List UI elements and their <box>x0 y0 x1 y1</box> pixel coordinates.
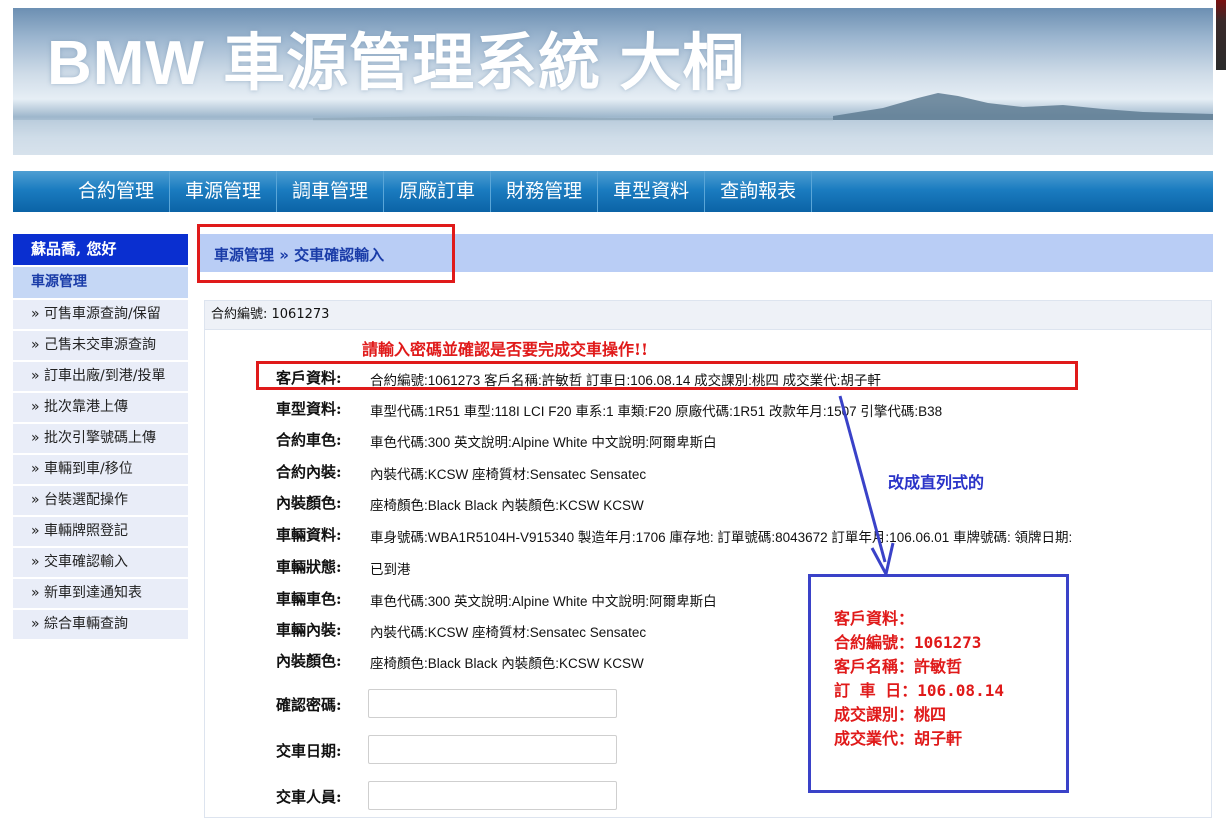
user-greeting: 蘇品喬, 您好 <box>13 234 188 265</box>
sidebar-item-arrival-notice[interactable]: » 新車到達通知表 <box>13 579 188 608</box>
breadcrumb-highlight-box <box>197 224 455 283</box>
annotation-line: 成交業代：胡子軒 <box>834 729 963 748</box>
row-label: 車輛內裝: <box>276 621 342 639</box>
nav-vehicle-transfer[interactable]: 調車管理 <box>277 171 385 212</box>
nav-finance[interactable]: 財務管理 <box>491 171 599 212</box>
nav-reports[interactable]: 查詢報表 <box>705 171 813 212</box>
header-banner: BMW 車源管理系統 大桐 <box>13 8 1213 155</box>
nav-contract-management[interactable]: 合約管理 <box>63 171 171 212</box>
row-value: 內裝代碼:KCSW 座椅質材:Sensatec Sensatec <box>370 625 647 640</box>
sidebar: 蘇品喬, 您好 車源管理 » 可售車源查詢/保留 » 己售未交車源查詢 » 訂車… <box>13 234 188 639</box>
row-label: 車型資料: <box>276 400 342 418</box>
row-value: 車型代碼:1R51 車型:118I LCI F20 車系:1 車類:F20 原廠… <box>370 404 943 419</box>
row-label: 車輛車色: <box>276 590 342 608</box>
main-nav: 合約管理 車源管理 調車管理 原廠訂車 財務管理 車型資料 查詢報表 <box>13 171 1213 212</box>
corner-widget <box>1216 0 1226 70</box>
nav-factory-order[interactable]: 原廠訂車 <box>384 171 492 212</box>
annotation-line: 合約編號：1061273 <box>834 633 982 652</box>
row-label: 車輛資料: <box>276 526 342 544</box>
delivery-staff-label: 交車人員: <box>276 788 342 806</box>
nav-vehicle-source[interactable]: 車源管理 <box>170 171 278 212</box>
annotation-line: 訂 車 日：106.08.14 <box>834 681 1004 700</box>
sidebar-item-plate-registration[interactable]: » 車輛牌照登記 <box>13 517 188 546</box>
password-label: 確認密碼: <box>276 696 342 714</box>
row-label: 合約車色: <box>276 431 342 449</box>
warning-message: 請輸入密碼並確認是否要完成交車操作!! <box>362 340 649 359</box>
system-title: BMW 車源管理系統 大桐 <box>47 29 746 98</box>
sidebar-item-arrival-move[interactable]: » 車輛到車/移位 <box>13 455 188 484</box>
annotation-line: 客戶資料： <box>834 609 915 628</box>
sidebar-item-available-search[interactable]: » 可售車源查詢/保留 <box>13 300 188 329</box>
row-label: 內裝顏色: <box>276 652 342 670</box>
contract-number-text: 合約編號: 1061273 <box>211 307 330 322</box>
sidebar-item-local-options[interactable]: » 台裝選配操作 <box>13 486 188 515</box>
customer-highlight-box <box>256 361 1078 390</box>
row-value: 已到港 <box>370 562 411 577</box>
row-value: 車色代碼:300 英文說明:Alpine White 中文說明:阿爾卑斯白 <box>370 435 717 450</box>
row-value: 座椅顏色:Black Black 內裝顏色:KCSW KCSW <box>370 656 644 671</box>
sidebar-item-sold-undelivered[interactable]: » 己售未交車源查詢 <box>13 331 188 360</box>
row-value: 車色代碼:300 英文說明:Alpine White 中文說明:阿爾卑斯白 <box>370 594 717 609</box>
delivery-date-label: 交車日期: <box>276 742 342 760</box>
confirm-password-input[interactable] <box>368 689 617 718</box>
annotation-line: 成交課別：桃四 <box>834 705 947 724</box>
annotation-box: 客戶資料： 合約編號：1061273 客戶名稱：許敏哲 訂 車 日：106.08… <box>808 574 1069 793</box>
row-value: 車身號碼:WBA1R5104H-V915340 製造年月:1706 庫存地: 訂… <box>370 530 1073 545</box>
delivery-staff-input[interactable] <box>368 781 617 810</box>
row-label: 合約內裝: <box>276 463 342 481</box>
sidebar-item-delivery-confirm[interactable]: » 交車確認輸入 <box>13 548 188 577</box>
delivery-date-input[interactable] <box>368 735 617 764</box>
sidebar-item-order-shipping[interactable]: » 訂車出廠/到港/投單 <box>13 362 188 391</box>
sidebar-section-title: 車源管理 <box>13 267 188 298</box>
row-value: 座椅顏色:Black Black 內裝顏色:KCSW KCSW <box>370 498 644 513</box>
annotation-line: 客戶名稱：許敏哲 <box>834 657 963 676</box>
annotation-note: 改成直列式的 <box>888 473 985 492</box>
contract-number-bar: 合約編號: 1061273 <box>205 301 1211 330</box>
sidebar-item-batch-port-upload[interactable]: » 批次靠港上傳 <box>13 393 188 422</box>
row-value: 內裝代碼:KCSW 座椅質材:Sensatec Sensatec <box>370 467 647 482</box>
row-label: 內裝顏色: <box>276 494 342 512</box>
nav-model-data[interactable]: 車型資料 <box>598 171 706 212</box>
sidebar-item-batch-engine-upload[interactable]: » 批次引擎號碼上傳 <box>13 424 188 453</box>
row-label: 車輛狀態: <box>276 558 342 576</box>
sidebar-item-vehicle-query[interactable]: » 綜合車輛查詢 <box>13 610 188 639</box>
